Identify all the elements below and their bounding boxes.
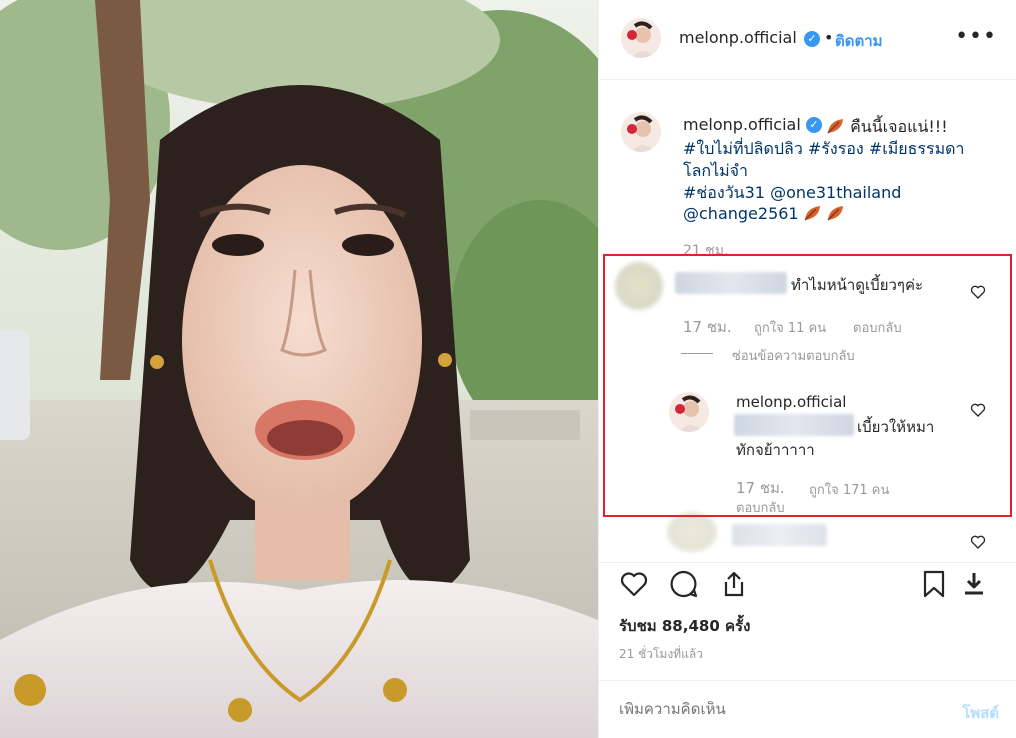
share-icon[interactable] — [719, 569, 749, 599]
comment-like-count[interactable]: ถูกใจ 11 คน — [754, 317, 826, 338]
post-comment-button[interactable]: โพสต์ — [962, 701, 999, 725]
next-commenter-avatar[interactable] — [667, 512, 717, 552]
reply-username[interactable]: melonp.official — [736, 393, 846, 411]
hide-replies-button[interactable]: ซ่อนข้อความตอบกลับ — [732, 345, 855, 366]
leaf-emoji-icon — [827, 119, 843, 134]
add-comment-bar: โพสต์ — [599, 680, 1016, 738]
leaf-emoji-icon — [827, 206, 843, 221]
verified-badge-icon: ✓ — [804, 31, 820, 47]
mention-blurred[interactable] — [734, 414, 854, 436]
next-comment-blurred[interactable] — [732, 524, 827, 546]
thread-divider — [681, 353, 713, 354]
action-bar — [599, 562, 1016, 602]
follow-button[interactable]: ติดตาม — [835, 29, 883, 53]
separator-dot: • — [824, 28, 834, 47]
post-media[interactable] — [0, 0, 598, 738]
leaf-emoji-icon — [804, 206, 820, 221]
reply-like-count[interactable]: ถูกใจ 171 คน — [809, 479, 889, 500]
comment-input[interactable] — [619, 701, 919, 718]
mention-link[interactable]: @one31thailand — [770, 183, 901, 202]
commenter-avatar[interactable] — [615, 262, 663, 310]
post-side-panel: melonp.official ✓ • ติดตาม ••• melonp.of… — [598, 0, 1016, 738]
caption-username[interactable]: melonp.official — [683, 115, 801, 134]
reply-avatar[interactable] — [669, 392, 709, 432]
reply-text-line1: เบี้ยวให้หมา — [857, 418, 935, 436]
comment-text: ทำไมหน้าดูเบี้ยวๆค่ะ — [791, 276, 924, 294]
hashtag-link[interactable]: #ช่องวัน31 — [683, 183, 765, 202]
reply-like-heart-icon[interactable] — [970, 402, 986, 418]
more-options-icon[interactable]: ••• — [955, 24, 997, 49]
reply-button[interactable]: ตอบกลับ — [853, 317, 902, 338]
reply-reply-button[interactable]: ตอบกลับ — [736, 497, 785, 518]
caption-line-4: #ช่องวัน31 @one31thailand — [683, 181, 901, 206]
comment-time: 17 ชม. — [683, 318, 732, 336]
video-frame — [0, 0, 598, 738]
reply-text-line2: ทักจย้าาาาา — [736, 441, 815, 459]
caption-time: 21 ชม. — [683, 243, 729, 259]
bookmark-icon[interactable] — [919, 569, 949, 599]
caption-line-5: @change2561 — [683, 204, 845, 223]
mention-link[interactable]: @change2561 — [683, 204, 799, 223]
view-count[interactable]: รับชม 88,480 ครั้ง — [619, 614, 750, 638]
post-timestamp[interactable]: 21 ชั่วโมงที่แล้ว — [619, 645, 703, 664]
commenter-username-blurred[interactable] — [675, 272, 787, 294]
comment-like-heart-icon[interactable] — [970, 284, 986, 300]
like-heart-icon[interactable] — [619, 569, 649, 599]
avatar[interactable] — [621, 18, 661, 58]
post-header: melonp.official ✓ • ติดตาม ••• — [599, 0, 1016, 80]
verified-badge-icon: ✓ — [806, 117, 822, 133]
comment-bubble-icon[interactable] — [669, 569, 699, 599]
caption-avatar[interactable] — [621, 112, 661, 152]
download-icon[interactable] — [959, 569, 989, 599]
next-comment-heart-icon[interactable] — [970, 534, 986, 550]
caption-text: คืนนี้เจอแน่!!! — [850, 117, 948, 136]
post-username[interactable]: melonp.official — [679, 28, 797, 47]
